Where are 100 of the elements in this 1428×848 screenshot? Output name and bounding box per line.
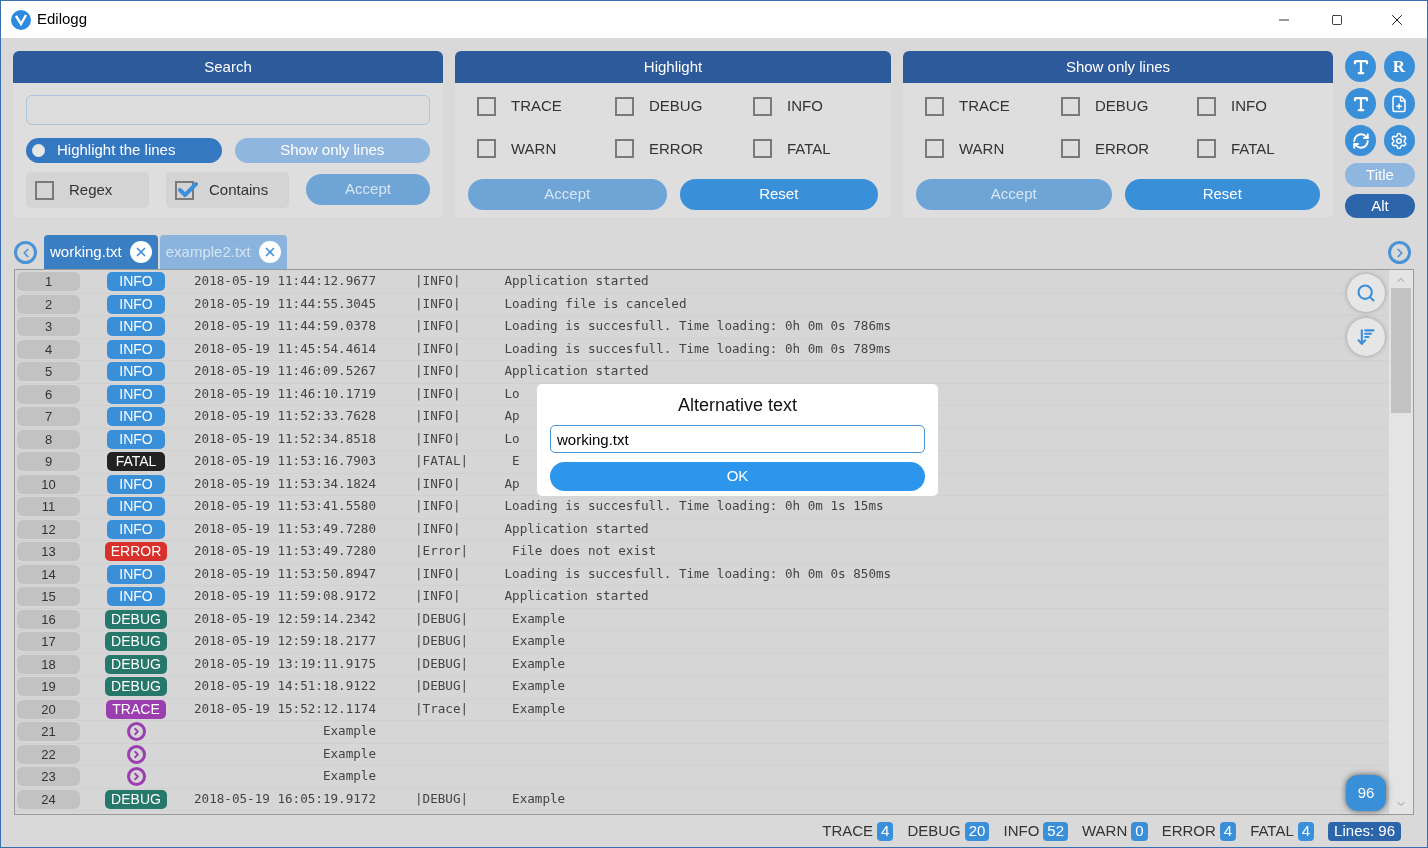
log-message: Lo xyxy=(504,384,520,403)
timestamp: 2018-05-19 13:19:11.9175 xyxy=(194,654,377,673)
checkbox[interactable] xyxy=(1061,96,1080,116)
text-size-down-icon[interactable] xyxy=(1345,88,1376,119)
action-button[interactable]: Reset xyxy=(679,179,878,210)
level-label: TRACE xyxy=(959,96,1010,116)
log-message: Example xyxy=(512,654,566,673)
search-button[interactable] xyxy=(1347,274,1385,312)
line-number: 6 xyxy=(17,384,80,404)
log-type: |INFO| xyxy=(415,294,461,313)
file-plus-icon[interactable] xyxy=(1383,88,1415,119)
count-badge: 4 xyxy=(1219,821,1237,841)
timestamp: 2018-05-19 11:53:34.1824 xyxy=(194,474,377,493)
settings-icon[interactable] xyxy=(1383,125,1415,156)
window-title: Edilogg xyxy=(37,9,88,30)
log-message: File does not exist xyxy=(512,542,657,561)
ok-button[interactable]: OK xyxy=(550,462,925,491)
checkbox[interactable] xyxy=(925,139,944,159)
log-type: |INFO| xyxy=(415,339,461,358)
checkbox[interactable] xyxy=(1197,139,1216,159)
checkbox[interactable] xyxy=(477,96,496,116)
checkbox[interactable] xyxy=(753,139,772,159)
search-field[interactable] xyxy=(26,95,430,125)
level-badge: INFO xyxy=(107,272,165,292)
timestamp: 2018-05-19 16:05:19.9172 xyxy=(194,789,377,808)
checkbox[interactable] xyxy=(1061,139,1080,159)
log-message: Loading is succesfull. Time loading: 0h 0m 0s 789ms xyxy=(504,339,892,358)
level-badge: DEBUG xyxy=(105,609,167,629)
scrollbar[interactable] xyxy=(1389,270,1413,814)
action-button[interactable]: Reset xyxy=(1124,179,1320,210)
log-message: E xyxy=(512,452,520,471)
checkbox[interactable] xyxy=(925,96,944,116)
lines-badge: Lines: 96 xyxy=(1328,821,1401,841)
maximize-icon[interactable] xyxy=(1331,13,1343,26)
level-badge: INFO xyxy=(107,587,165,607)
mode-toggle[interactable]: Alt xyxy=(1345,194,1415,218)
checkbox[interactable] xyxy=(1197,96,1216,116)
count-badge: 20 xyxy=(964,821,990,841)
line-number: 12 xyxy=(17,519,80,539)
sort-icon xyxy=(1356,327,1376,347)
line-number: 22 xyxy=(17,744,80,764)
refresh-icon[interactable] xyxy=(1345,125,1376,156)
level-badge: DEBUG xyxy=(105,789,167,809)
count-label: FATAL xyxy=(1250,820,1294,841)
line-number: 9 xyxy=(17,452,80,472)
log-type: |Error| xyxy=(415,542,469,561)
level-badge: INFO xyxy=(107,564,165,584)
scroll-thumb[interactable] xyxy=(1391,288,1411,413)
line-number: 14 xyxy=(17,564,80,584)
checkbox[interactable] xyxy=(35,180,54,200)
sort-button[interactable] xyxy=(1347,318,1385,356)
panel-header: Search xyxy=(13,51,443,83)
line-number: 5 xyxy=(17,362,80,382)
log-type: |Trace| xyxy=(415,699,469,718)
text-input[interactable]: working.txt xyxy=(550,425,925,453)
level-badge: INFO xyxy=(107,384,165,404)
log-message: Loading is succesfull. Time loading: 0h 0m 1s 15ms xyxy=(504,497,884,516)
level-label: ERROR xyxy=(649,138,704,159)
log-message: Lo xyxy=(504,429,520,448)
option-toggle[interactable]: Contains xyxy=(166,172,289,208)
checkbox[interactable] xyxy=(753,96,772,116)
level-badge: INFO xyxy=(107,407,165,427)
option-toggle[interactable]: Regex xyxy=(26,172,149,208)
log-message: Loading file is canceled xyxy=(504,294,687,313)
timestamp: 2018-05-19 11:45:54.4614 xyxy=(194,339,377,358)
mode-toggle[interactable]: Highlight the lines xyxy=(26,138,222,163)
line-count-badge[interactable]: 96 xyxy=(1346,775,1386,811)
timestamp: 2018-05-19 11:52:33.7628 xyxy=(194,407,377,426)
file-tab[interactable]: working.txt xyxy=(44,235,158,269)
mode-toggle[interactable]: Title xyxy=(1345,163,1415,187)
log-message: Ap xyxy=(504,407,520,426)
r-button[interactable]: R xyxy=(1383,51,1415,82)
next-tab-icon[interactable] xyxy=(1388,241,1411,264)
log-message: Example xyxy=(512,699,566,718)
log-type: |DEBUG| xyxy=(415,654,469,673)
line-number: 10 xyxy=(17,474,80,494)
log-type: |DEBUG| xyxy=(415,677,469,696)
log-message: Example xyxy=(322,722,376,741)
previous-tab-icon[interactable] xyxy=(14,241,37,264)
log-type: |DEBUG| xyxy=(415,789,469,808)
checkbox[interactable] xyxy=(477,139,496,159)
log-type: |INFO| xyxy=(415,519,461,538)
line-number: 13 xyxy=(17,542,80,562)
text-size-up-icon[interactable] xyxy=(1345,51,1376,82)
timestamp: 2018-05-19 11:52:34.8518 xyxy=(194,429,377,448)
count-badge: 4 xyxy=(1297,821,1315,841)
timestamp: 2018-05-19 12:59:14.2342 xyxy=(194,609,377,628)
level-label: FATAL xyxy=(787,138,831,159)
log-message: Example xyxy=(512,677,566,696)
timestamp: 2018-05-19 11:53:50.8947 xyxy=(194,564,377,583)
log-type: |INFO| xyxy=(415,564,461,583)
level-badge: ERROR xyxy=(104,542,168,562)
line-number: 4 xyxy=(17,339,80,359)
mode-toggle[interactable]: Show only lines xyxy=(234,138,430,163)
line-number: 17 xyxy=(17,632,80,652)
level-label: INFO xyxy=(787,96,823,116)
line-number: 8 xyxy=(17,429,80,449)
log-message: Ap xyxy=(504,474,520,493)
checkbox[interactable] xyxy=(615,139,634,159)
checkbox[interactable] xyxy=(615,96,634,116)
